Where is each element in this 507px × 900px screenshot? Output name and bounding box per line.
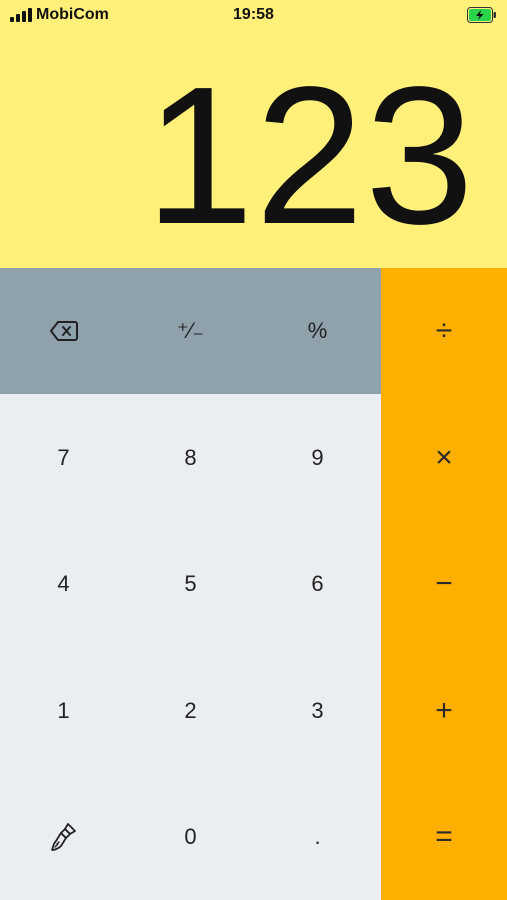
plus-label: + <box>435 693 453 727</box>
plus-minus-label: ⁺⁄₋ <box>177 318 204 343</box>
status-bar: MobiCom 19:58 <box>0 0 507 30</box>
digit-1-label: 1 <box>57 697 70 723</box>
result-display: 123 <box>144 46 475 265</box>
percent-label: % <box>307 318 328 343</box>
paint-brush-icon <box>50 822 78 852</box>
digit-6-button[interactable]: 6 <box>254 521 381 647</box>
digit-0-label: 0 <box>184 824 197 849</box>
decimal-button[interactable]: . <box>254 774 381 900</box>
clear-brush-button[interactable] <box>0 774 127 900</box>
decimal-label: . <box>314 824 321 849</box>
digit-9-label: 9 <box>311 444 324 470</box>
calculator-app: MobiCom 19:58 123 ⁺⁄₋ % ÷ 7 8 9 × 4 5 6 … <box>0 0 507 900</box>
digit-3-button[interactable]: 3 <box>254 647 381 774</box>
minus-label: − <box>435 567 453 600</box>
plus-button[interactable]: + <box>381 647 507 774</box>
display-area: MobiCom 19:58 123 <box>0 0 507 268</box>
plus-minus-button[interactable]: ⁺⁄₋ <box>127 268 254 394</box>
equals-button[interactable]: = <box>381 774 507 900</box>
digit-2-label: 2 <box>184 697 197 723</box>
digit-0-button[interactable]: 0 <box>127 774 254 900</box>
digit-4-label: 4 <box>57 571 70 596</box>
battery-charging-icon <box>467 7 497 23</box>
digit-2-button[interactable]: 2 <box>127 647 254 774</box>
digit-5-button[interactable]: 5 <box>127 521 254 647</box>
percent-button[interactable]: % <box>254 268 381 394</box>
backspace-icon <box>49 320 78 342</box>
equals-label: = <box>435 820 453 853</box>
divide-label: ÷ <box>435 314 453 347</box>
digit-3-label: 3 <box>311 697 324 723</box>
digit-8-button[interactable]: 8 <box>127 394 254 521</box>
digit-4-button[interactable]: 4 <box>0 521 127 647</box>
digit-6-label: 6 <box>311 571 324 596</box>
divide-button[interactable]: ÷ <box>381 268 507 394</box>
digit-7-button[interactable]: 7 <box>0 394 127 521</box>
digit-9-button[interactable]: 9 <box>254 394 381 521</box>
multiply-button[interactable]: × <box>381 394 507 521</box>
digit-7-label: 7 <box>57 444 70 470</box>
digit-5-label: 5 <box>184 571 197 596</box>
status-time: 19:58 <box>233 6 274 23</box>
backspace-button[interactable] <box>0 268 127 394</box>
keypad: ⁺⁄₋ % ÷ 7 8 9 × 4 5 6 − 1 2 3 + 0 . = <box>0 268 507 900</box>
multiply-label: × <box>435 440 453 474</box>
minus-button[interactable]: − <box>381 521 507 647</box>
digit-1-button[interactable]: 1 <box>0 647 127 774</box>
digit-8-label: 8 <box>184 444 197 470</box>
